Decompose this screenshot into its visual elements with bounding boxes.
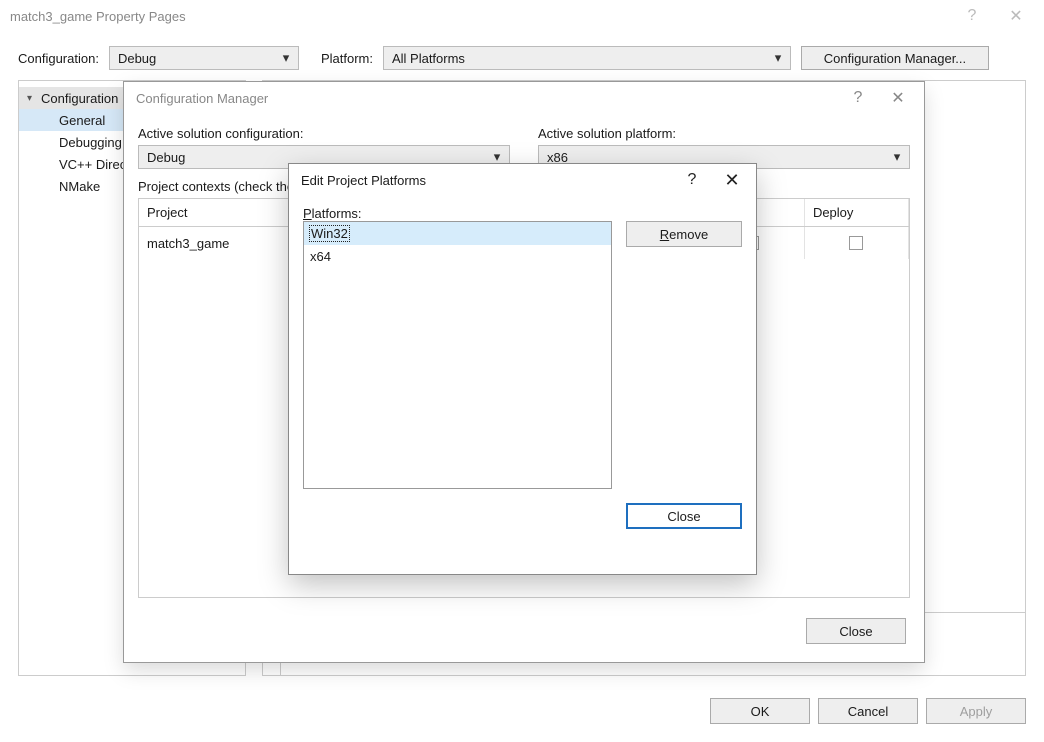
platforms-label-accel: P (303, 206, 312, 221)
configuration-row: Configuration: Debug ▾ Platform: All Pla… (18, 46, 1026, 70)
apply-button[interactable]: Apply (926, 698, 1026, 724)
close-button-label: Close (667, 509, 700, 524)
configuration-manager-title: Configuration Manager (136, 91, 838, 106)
apply-button-label: Apply (960, 704, 993, 719)
configuration-manager-titlebar: Configuration Manager ? ✕ (124, 82, 924, 114)
remove-button-label: Remove (660, 227, 708, 242)
chevron-down-icon: ▾ (489, 149, 505, 165)
remove-accel: R (660, 227, 669, 242)
platforms-listbox[interactable]: Win32 x64 (303, 221, 612, 489)
configuration-manager-footer: Close (806, 618, 906, 644)
platform-value: All Platforms (392, 51, 770, 66)
list-item-label: Win32 (310, 226, 349, 241)
active-solution-config-label: Active solution configuration: (138, 126, 510, 141)
tree-item-label: General (59, 113, 105, 128)
close-icon[interactable]: ✕ (878, 84, 918, 112)
edit-project-platforms-title: Edit Project Platforms (301, 173, 672, 188)
active-solution-platform-label: Active solution platform: (538, 126, 910, 141)
active-solution-platform-value: x86 (547, 150, 889, 165)
close-button-label: Close (839, 624, 872, 639)
chevron-down-icon: ▾ (770, 50, 786, 66)
ok-button[interactable]: OK (710, 698, 810, 724)
list-item[interactable]: Win32 (304, 222, 611, 245)
chevron-down-icon: ▾ (278, 50, 294, 66)
chevron-down-icon: ▾ (889, 149, 905, 165)
remove-button[interactable]: Remove (626, 221, 742, 247)
cell-deploy[interactable] (805, 227, 909, 259)
platform-label: Platform: (321, 51, 373, 66)
col-deploy: Deploy (805, 199, 909, 226)
property-pages-titlebar: match3_game Property Pages ? ✕ (0, 0, 1044, 32)
edit-project-platforms-titlebar: Edit Project Platforms ? ✕ (289, 164, 756, 196)
edit-project-platforms-body: Platforms: Win32 x64 Remove Close (289, 196, 756, 543)
configuration-manager-button[interactable]: Configuration Manager... (801, 46, 989, 70)
list-item-label: x64 (310, 249, 331, 264)
platform-combo[interactable]: All Platforms ▾ (383, 46, 791, 70)
edit-project-platforms-dialog: Edit Project Platforms ? ✕ Platforms: Wi… (289, 164, 756, 574)
help-icon[interactable]: ? (838, 84, 878, 112)
close-icon[interactable]: ✕ (712, 166, 752, 194)
close-button[interactable]: Close (626, 503, 742, 529)
help-icon[interactable]: ? (672, 166, 712, 194)
property-pages-footer: OK Cancel Apply (710, 698, 1026, 724)
property-pages-title: match3_game Property Pages (10, 9, 950, 24)
configuration-value: Debug (118, 51, 278, 66)
checkbox-icon (849, 236, 863, 250)
configuration-manager-button-label: Configuration Manager... (824, 51, 966, 66)
close-icon[interactable]: ✕ (994, 2, 1038, 30)
tree-item-label: NMake (59, 179, 100, 194)
active-solution-config-value: Debug (147, 150, 489, 165)
list-item[interactable]: x64 (304, 245, 611, 268)
help-icon[interactable]: ? (950, 2, 994, 30)
cancel-button-label: Cancel (848, 704, 888, 719)
close-button[interactable]: Close (806, 618, 906, 644)
tree-item-label: Debugging (59, 135, 122, 150)
configuration-combo[interactable]: Debug ▾ (109, 46, 299, 70)
cancel-button[interactable]: Cancel (818, 698, 918, 724)
configuration-label: Configuration: (18, 51, 99, 66)
ok-button-label: OK (751, 704, 770, 719)
platforms-label: Platforms: (303, 206, 742, 221)
caret-down-icon: ▾ (27, 93, 41, 104)
